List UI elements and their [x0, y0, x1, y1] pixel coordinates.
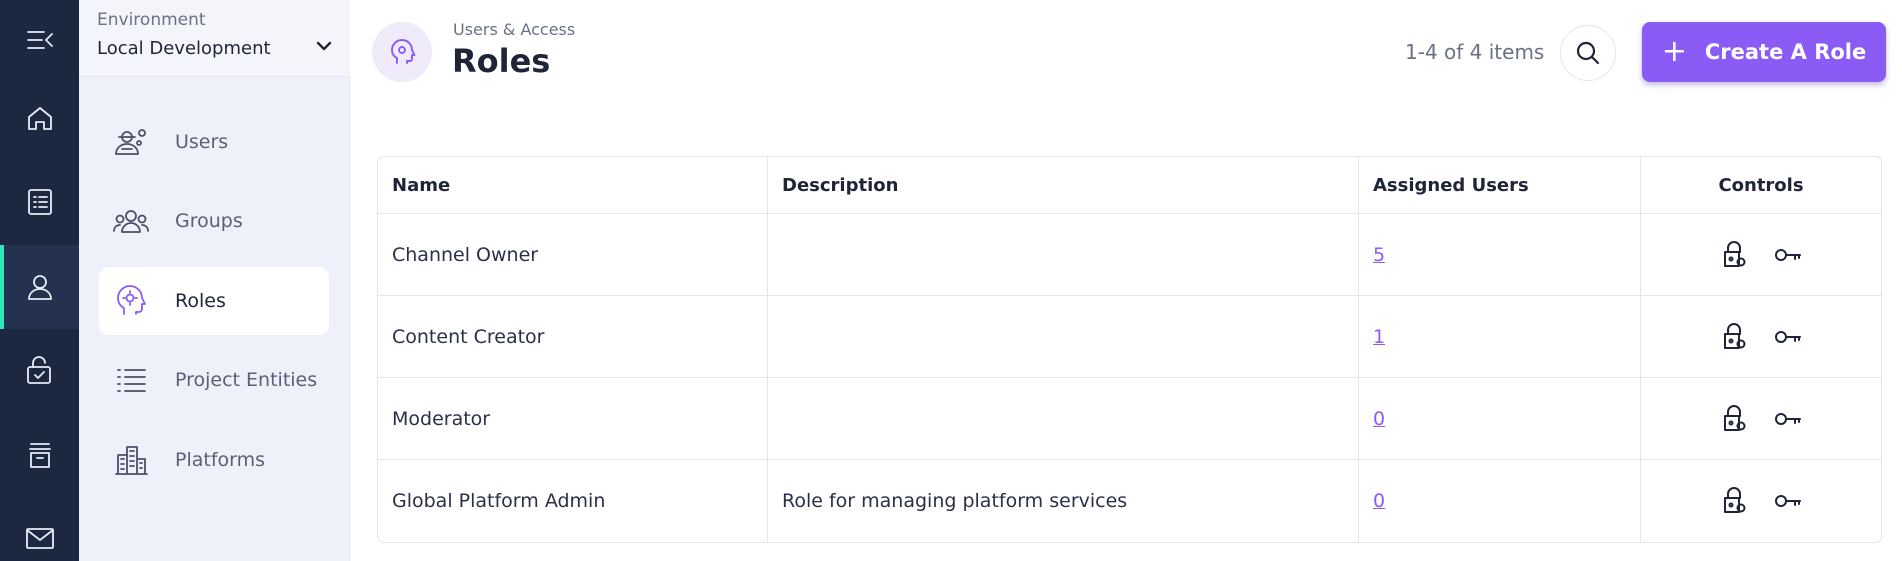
key-button[interactable]	[1771, 402, 1805, 436]
rail-home-button[interactable]	[0, 78, 79, 158]
create-role-button[interactable]: + Create A Role	[1642, 22, 1886, 82]
sidebar-item-label: Users	[175, 131, 229, 153]
column-header-controls: Controls	[1718, 174, 1804, 196]
column-header-name[interactable]: Name	[378, 157, 768, 213]
permissions-button[interactable]	[1717, 238, 1751, 272]
sidebar-item-label: Groups	[175, 210, 243, 232]
users-settings-icon	[109, 120, 153, 164]
role-description: Role for managing platform services	[768, 460, 1359, 542]
rail-mail-button[interactable]	[0, 498, 79, 561]
list-icon	[27, 189, 52, 215]
table-row: Global Platform Admin Role for managing …	[378, 460, 1881, 542]
key-icon	[1775, 495, 1801, 507]
search-button[interactable]	[1560, 25, 1616, 81]
assigned-users-link[interactable]: 1	[1373, 326, 1385, 348]
list-icon	[109, 358, 153, 402]
user-icon	[27, 275, 52, 300]
role-description	[768, 296, 1359, 377]
role-name: Content Creator	[378, 296, 768, 377]
rail-list-button[interactable]	[0, 162, 79, 242]
key-button[interactable]	[1771, 238, 1805, 272]
key-button[interactable]	[1771, 484, 1805, 518]
groups-icon	[109, 199, 153, 243]
lock-settings-icon	[1724, 322, 1746, 349]
buildings-icon	[109, 438, 153, 482]
environment-value: Local Development	[97, 38, 271, 59]
column-header-assigned-users[interactable]: Assigned Users	[1359, 157, 1641, 213]
archive-icon	[28, 443, 51, 468]
rail-tasks-button[interactable]	[0, 330, 79, 410]
assigned-users-link[interactable]: 0	[1373, 408, 1385, 430]
role-name: Channel Owner	[378, 214, 768, 295]
column-header-description[interactable]: Description	[768, 157, 1359, 213]
table-row: Moderator 0	[378, 378, 1881, 460]
sidebar-item-groups[interactable]: Groups	[99, 187, 329, 255]
environment-label: Environment	[97, 10, 206, 30]
page-title: Roles	[452, 42, 551, 80]
collapse-menu-icon	[26, 31, 53, 49]
key-icon	[1775, 412, 1801, 425]
create-role-label: Create A Role	[1704, 40, 1867, 64]
lock-settings-icon	[1724, 487, 1746, 513]
key-icon	[1775, 248, 1801, 261]
lock-settings-icon	[1724, 404, 1746, 431]
secondary-sidebar: Environment Local Development Users Grou…	[79, 0, 350, 561]
mail-icon	[25, 528, 54, 549]
lock-settings-icon	[1724, 240, 1746, 267]
permissions-button[interactable]	[1717, 402, 1751, 436]
sidebar-item-project-entities[interactable]: Project Entities	[99, 346, 329, 414]
search-icon	[1576, 41, 1600, 65]
role-name: Moderator	[378, 378, 768, 459]
table-header: Name Description Assigned Users Controls	[378, 157, 1881, 214]
permissions-button[interactable]	[1717, 484, 1751, 518]
assigned-users-link[interactable]: 5	[1373, 244, 1385, 266]
roles-table: Name Description Assigned Users Controls…	[377, 156, 1882, 543]
role-description	[768, 214, 1359, 295]
table-row: Channel Owner 5	[378, 214, 1881, 296]
chevron-down-icon	[314, 36, 334, 56]
table-row: Content Creator 1	[378, 296, 1881, 378]
breadcrumb[interactable]: Users & Access	[453, 20, 575, 39]
rail-archive-button[interactable]	[0, 415, 79, 495]
sidebar-item-platforms[interactable]: Platforms	[99, 426, 329, 494]
sidebar-item-roles[interactable]: Roles	[99, 267, 329, 335]
collapse-menu-button[interactable]	[0, 0, 79, 80]
plus-icon: +	[1661, 34, 1687, 69]
roles-badge	[372, 22, 432, 82]
assigned-users-link[interactable]: 0	[1373, 490, 1385, 512]
sidebar-item-label: Platforms	[175, 449, 266, 471]
roles-icon	[391, 39, 416, 64]
item-count: 1-4 of 4 items	[1405, 40, 1545, 64]
roles-icon	[109, 279, 153, 323]
key-icon	[1775, 330, 1801, 343]
nav-rail	[0, 0, 79, 561]
sidebar-item-label: Roles	[175, 290, 226, 312]
secure-task-icon	[26, 356, 51, 384]
key-button[interactable]	[1771, 320, 1805, 354]
environment-selector[interactable]: Environment Local Development	[79, 0, 350, 77]
role-name: Global Platform Admin	[378, 460, 768, 542]
role-description	[768, 378, 1359, 459]
rail-users-button[interactable]	[0, 245, 79, 329]
sidebar-item-label: Project Entities	[175, 369, 318, 391]
sidebar-item-users[interactable]: Users	[99, 108, 329, 176]
home-icon	[27, 107, 52, 130]
permissions-button[interactable]	[1717, 320, 1751, 354]
